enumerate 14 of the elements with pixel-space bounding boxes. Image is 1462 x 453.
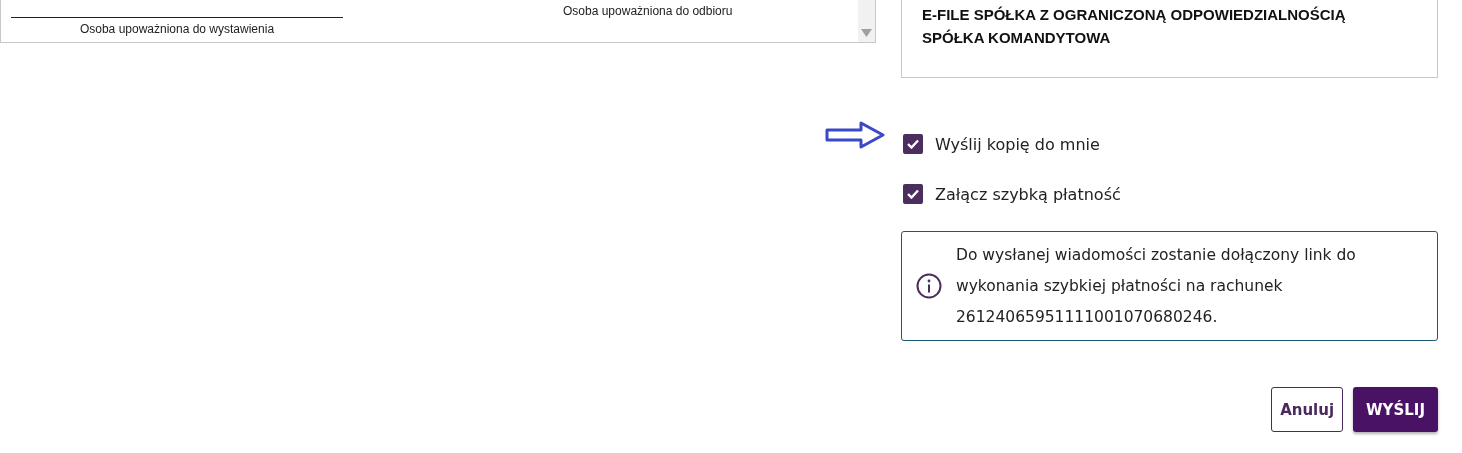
recipient-name: E-FILE SPÓŁKA Z OGRANICZONĄ ODPOWIEDZIALNOŚCIĄ SPÓŁKA KOMANDYTOWA (901, 0, 1438, 78)
checkbox-label[interactable]: Wyślij kopię do mnie (935, 134, 1100, 154)
checkbox-label[interactable]: Załącz szybką płatność (935, 184, 1121, 204)
send-button[interactable]: WYŚLIJ (1353, 387, 1438, 432)
check-icon (907, 189, 919, 199)
signature-caption: Osoba upoważniona do odbioru (563, 4, 733, 20)
scrollbar[interactable] (858, 0, 875, 42)
checkbox[interactable] (903, 184, 923, 204)
signature-caption: Osoba upoważniona do wystawienia (79, 22, 275, 36)
checkbox[interactable] (903, 134, 923, 154)
check-icon (907, 139, 919, 149)
cancel-button[interactable]: Anuluj (1271, 387, 1344, 432)
info-icon (916, 273, 942, 299)
info-text: Do wysłanej wiadomości zostanie dołączony link do wykonania szybkiej płatności na rachunek 26124065951111001070680246. (956, 244, 1357, 328)
